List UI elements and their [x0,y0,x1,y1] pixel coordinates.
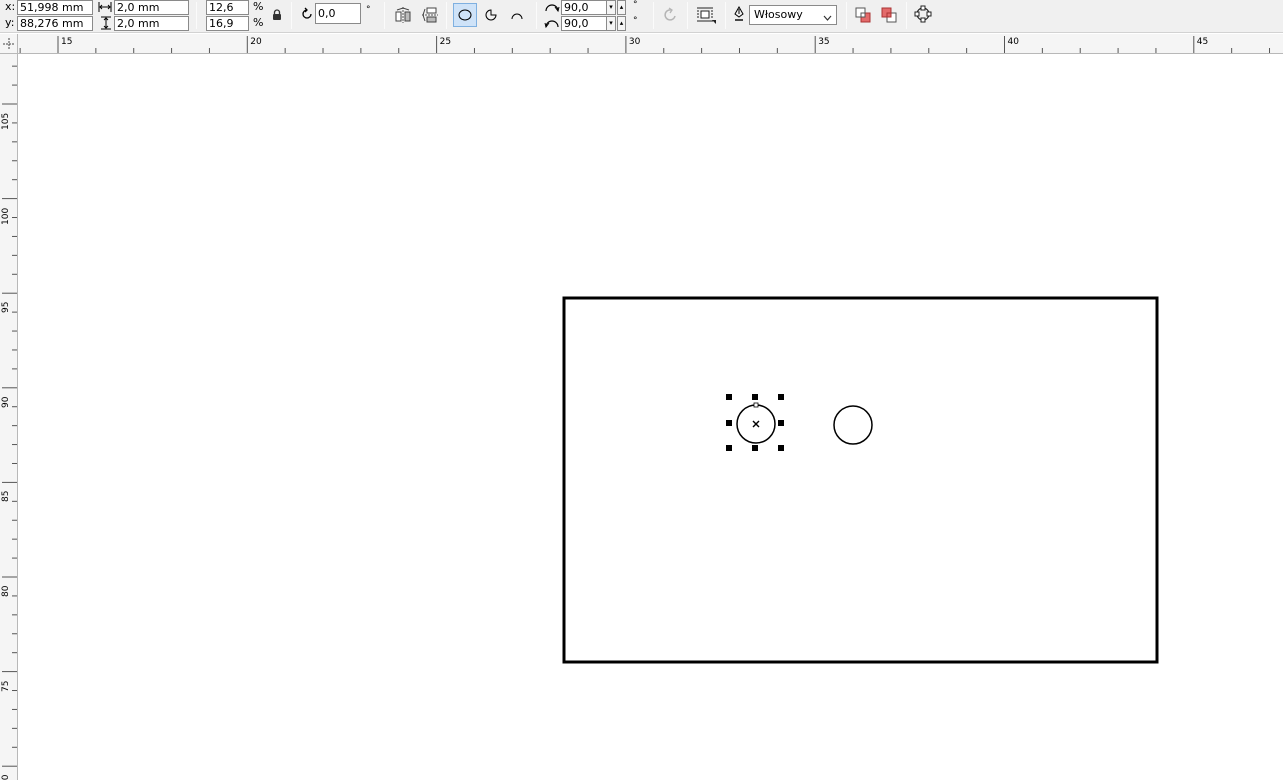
pie-icon[interactable] [480,4,502,26]
vertical-ruler[interactable]: 105 100 95 90 85 80 75 70 [0,54,18,780]
rectangle-shape[interactable] [562,296,1159,664]
horizontal-ruler-label: 45 [1196,37,1209,47]
end-angle-icon [544,17,560,32]
vertical-ruler-label: 105 [1,112,11,130]
separator [906,2,907,29]
height-arrows-icon [100,16,112,33]
start-angle-degree: ° [633,0,638,10]
y-position-field[interactable]: 88,276 mm [17,16,93,31]
end-angle-degree: ° [633,16,638,26]
scale-x-field[interactable]: 12,6 [206,0,249,15]
scale-y-field[interactable]: 16,9 [206,16,249,31]
horizontal-ruler-label: 40 [1007,37,1019,47]
horizontal-ruler-ticks [19,36,1271,53]
mirror-horizontal-icon[interactable] [392,4,414,26]
horizontal-ruler-label: 30 [628,37,641,47]
chevron-down-icon[interactable] [823,11,832,24]
start-angle-spinner[interactable]: ▴ [617,0,626,15]
horizontal-ruler-label: 20 [250,37,262,47]
lock-icon[interactable] [266,4,288,26]
start-angle-icon [544,1,560,16]
vertical-ruler-ticks [2,65,17,767]
circle-shape[interactable] [833,405,873,445]
separator [687,2,688,29]
separator [725,2,726,29]
vertical-ruler-label: 95 [1,301,11,314]
convert-to-curves-icon[interactable] [912,3,934,25]
separator [536,2,537,29]
end-angle-spinner[interactable]: ▴ [617,16,626,31]
change-direction-icon[interactable] [660,4,682,26]
separator [384,2,385,29]
percent-x-label: % [253,0,264,13]
arc-icon[interactable] [506,4,528,26]
vertical-ruler-label: 85 [1,490,11,503]
vertical-ruler-label: 70 [1,775,11,780]
horizontal-ruler-label: 25 [439,37,452,47]
start-angle-dropdown[interactable]: ▾ [606,0,616,15]
object-width-field[interactable]: 2,0 mm [114,0,189,15]
separator [846,2,847,29]
center-marker [752,420,760,428]
vertical-ruler-label: 90 [1,396,11,408]
ellipse-icon[interactable] [453,3,477,27]
horizontal-ruler[interactable]: 15202530354045505560657075 [18,34,1283,54]
front-minus-back-icon[interactable] [878,4,900,26]
rotation-degree-label: ° [366,5,371,15]
vertical-ruler-label: 100 [1,207,11,225]
horizontal-ruler-label: 35 [818,37,830,47]
outline-pen-icon [734,5,744,25]
percent-y-label: % [253,16,264,29]
separator [653,2,654,29]
rotation-angle-field[interactable]: 0,0 [315,3,361,24]
vertical-ruler-label: 80 [1,585,11,597]
circle-node[interactable] [753,402,759,408]
end-angle-field[interactable]: 90,0 [561,16,607,31]
separator [196,2,197,29]
x-label: x: [5,0,16,13]
y-label: y: [5,16,15,29]
drawing-canvas[interactable] [19,55,1283,780]
ruler-origin[interactable] [0,34,18,54]
object-height-field[interactable]: 2,0 mm [114,16,189,31]
horizontal-ruler-label: 15 [61,37,73,47]
mirror-vertical-icon[interactable] [419,4,441,26]
property-bar: x: 51,998 mm y: 88,276 mm 2,0 mm 2,0 mm … [0,0,1283,33]
separator [291,2,292,29]
end-angle-dropdown[interactable]: ▾ [606,16,616,31]
back-minus-front-icon[interactable] [852,4,874,26]
text-wrap-icon[interactable] [695,4,717,26]
x-position-field[interactable]: 51,998 mm [17,0,93,15]
width-arrows-icon [98,1,112,16]
separator [446,2,447,29]
vertical-ruler-label: 75 [1,680,11,692]
start-angle-field[interactable]: 90,0 [561,0,607,15]
